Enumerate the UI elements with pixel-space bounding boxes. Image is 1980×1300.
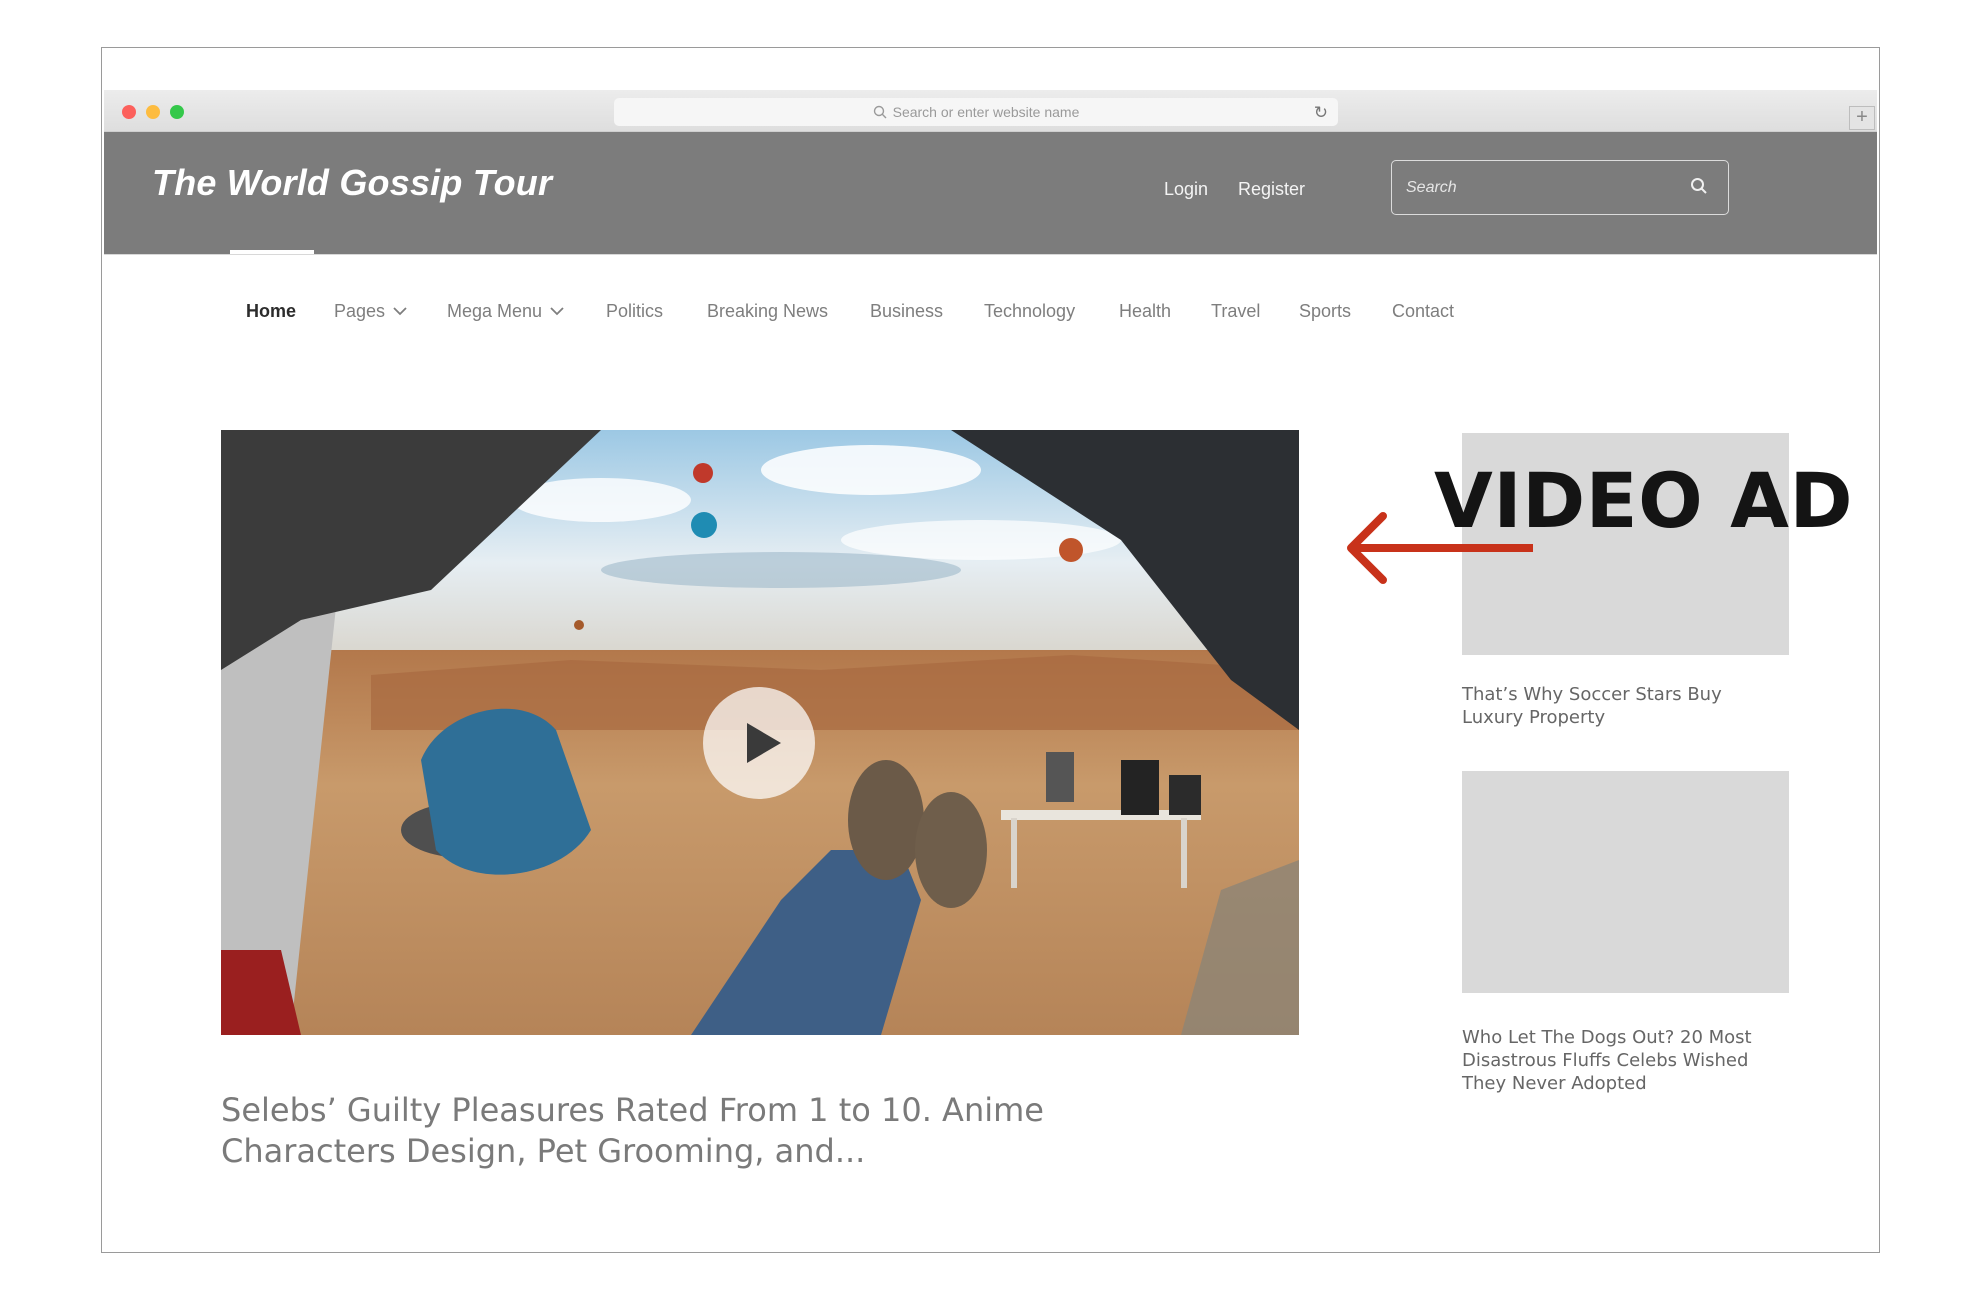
browser-toolbar: Search or enter website name ↻ + — [104, 90, 1877, 132]
site-header: The World Gossip Tour Login Register — [104, 132, 1877, 254]
featured-headline[interactable]: Selebs’ Guilty Pleasures Rated From 1 to… — [221, 1090, 1081, 1172]
search-icon[interactable] — [1690, 177, 1708, 195]
sidebar-article-title[interactable]: Who Let The Dogs Out? 20 Most Disastrous… — [1462, 1026, 1782, 1095]
login-link[interactable]: Login — [1164, 179, 1208, 200]
nav-item-breaking-news[interactable]: Breaking News — [707, 301, 828, 322]
play-button[interactable] — [703, 687, 815, 799]
chevron-down-icon — [393, 307, 407, 316]
search-input[interactable] — [1406, 173, 1676, 203]
play-icon — [747, 723, 781, 763]
address-bar-placeholder: Search or enter website name — [892, 104, 1080, 120]
nav-item-home[interactable]: Home — [246, 301, 296, 322]
site-logo[interactable]: The World Gossip Tour — [152, 162, 552, 204]
nav-item-health[interactable]: Health — [1119, 301, 1171, 322]
browser-window: Search or enter website name ↻ + The Wor… — [104, 90, 1877, 1250]
nav-item-business[interactable]: Business — [870, 301, 943, 322]
arrow-left-icon — [1347, 512, 1533, 584]
nav-item-mega-menu[interactable]: Mega Menu — [447, 301, 564, 322]
chevron-down-icon — [550, 307, 564, 316]
reload-icon[interactable]: ↻ — [1314, 103, 1328, 123]
new-tab-button[interactable]: + — [1849, 106, 1875, 130]
maximize-window-button[interactable] — [170, 105, 184, 119]
search-icon — [873, 105, 887, 119]
nav-item-politics[interactable]: Politics — [606, 301, 663, 322]
featured-video[interactable] — [221, 430, 1299, 1035]
nav-item-pages[interactable]: Pages — [334, 301, 407, 322]
register-link[interactable]: Register — [1238, 179, 1305, 200]
nav-item-contact[interactable]: Contact — [1392, 301, 1454, 322]
main-nav: Home Pages Mega Menu Politics Breaking N… — [104, 254, 1877, 349]
nav-item-travel[interactable]: Travel — [1211, 301, 1260, 322]
sidebar-article-title[interactable]: That’s Why Soccer Stars Buy Luxury Prope… — [1462, 683, 1782, 729]
address-bar[interactable]: Search or enter website name ↻ — [614, 98, 1338, 126]
close-window-button[interactable] — [122, 105, 136, 119]
site-search — [1391, 160, 1729, 215]
nav-item-technology[interactable]: Technology — [984, 301, 1075, 322]
minimize-window-button[interactable] — [146, 105, 160, 119]
sidebar-thumbnail[interactable] — [1462, 771, 1789, 993]
nav-item-sports[interactable]: Sports — [1299, 301, 1351, 322]
